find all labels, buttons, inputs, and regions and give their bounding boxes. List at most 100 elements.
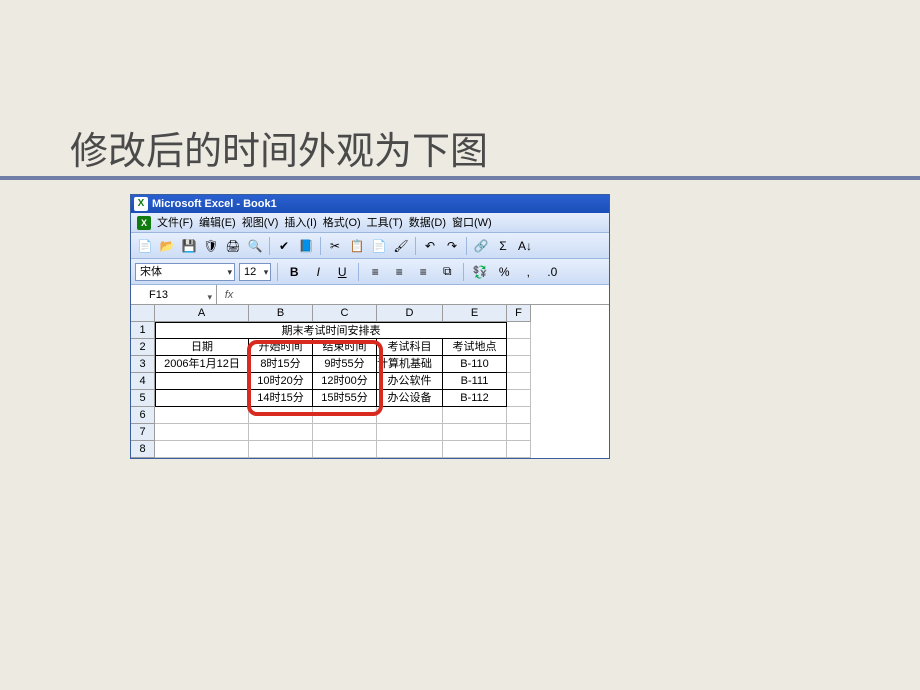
cell-D7[interactable] [377,424,443,441]
cell-F7[interactable] [507,424,531,441]
preview-icon[interactable]: 🔍 [245,236,265,256]
cell-C2[interactable]: 结束时间 [313,339,377,356]
cell-A7[interactable] [155,424,249,441]
cut-icon[interactable]: ✂ [325,236,345,256]
cell-C7[interactable] [313,424,377,441]
align-center-icon[interactable]: ≡ [389,262,409,282]
align-left-icon[interactable]: ≡ [365,262,385,282]
cell-F6[interactable] [507,407,531,424]
cell-A8[interactable] [155,441,249,458]
menu-window[interactable]: 窗口(W) [452,213,492,232]
menu-insert[interactable]: 插入(I) [284,213,316,232]
row-header-7[interactable]: 7 [131,424,155,441]
font-size-select[interactable]: 12 [239,263,271,281]
cell-E2[interactable]: 考试地点 [443,339,507,356]
cell-B3[interactable]: 8时15分 [249,356,313,373]
bold-button[interactable]: B [284,262,304,282]
cell-A5[interactable] [155,390,249,407]
merge-center-icon[interactable]: ⧉ [437,262,457,282]
save-icon[interactable]: 💾 [179,236,199,256]
row-header-3[interactable]: 3 [131,356,155,373]
cell-F8[interactable] [507,441,531,458]
cell-D3[interactable]: 计算机基础 [377,356,443,373]
cell-F2[interactable] [507,339,531,356]
currency-icon[interactable]: 💱 [470,262,490,282]
row-header-6[interactable]: 6 [131,407,155,424]
cell-B6[interactable] [249,407,313,424]
sort-asc-icon[interactable]: A↓ [515,236,535,256]
cell-B5[interactable]: 14时15分 [249,390,313,407]
research-icon[interactable]: 📘 [296,236,316,256]
col-header-C[interactable]: C [313,305,377,322]
cell-E4[interactable]: B-111 [443,373,507,390]
menu-format[interactable]: 格式(O) [323,213,361,232]
row-header-2[interactable]: 2 [131,339,155,356]
cell-F5[interactable] [507,390,531,407]
font-name-select[interactable]: 宋体 [135,263,235,281]
cell-D6[interactable] [377,407,443,424]
cell-D2[interactable]: 考试科目 [377,339,443,356]
copy-icon[interactable]: 📋 [347,236,367,256]
italic-button[interactable]: I [308,262,328,282]
fx-icon[interactable]: fx [217,285,241,304]
col-header-B[interactable]: B [249,305,313,322]
row-header-8[interactable]: 8 [131,441,155,458]
cell-B8[interactable] [249,441,313,458]
row-header-4[interactable]: 4 [131,373,155,390]
new-icon[interactable]: 📄 [135,236,155,256]
cell-A1-merged-title[interactable]: 期末考试时间安排表 [155,322,507,339]
cell-B7[interactable] [249,424,313,441]
paste-icon[interactable]: 📄 [369,236,389,256]
cell-E6[interactable] [443,407,507,424]
cell-E8[interactable] [443,441,507,458]
cell-C5[interactable]: 15时55分 [313,390,377,407]
cell-D8[interactable] [377,441,443,458]
cell-B4[interactable]: 10时20分 [249,373,313,390]
menu-view[interactable]: 视图(V) [242,213,279,232]
cell-F3[interactable] [507,356,531,373]
open-icon[interactable]: 📂 [157,236,177,256]
cell-A6[interactable] [155,407,249,424]
cell-E3[interactable]: B-110 [443,356,507,373]
menu-data[interactable]: 数据(D) [409,213,446,232]
spell-icon[interactable]: ✔ [274,236,294,256]
cell-A4[interactable] [155,373,249,390]
increase-decimal-icon[interactable]: .0 [542,262,562,282]
cell-D4[interactable]: 办公软件 [377,373,443,390]
cell-B2[interactable]: 开始时间 [249,339,313,356]
undo-icon[interactable]: ↶ [420,236,440,256]
col-header-A[interactable]: A [155,305,249,322]
menu-edit[interactable]: 编辑(E) [199,213,236,232]
name-box[interactable]: F13 [131,285,217,304]
menu-file[interactable]: 文件(F) [157,213,193,232]
formula-input[interactable] [241,285,609,304]
cell-C3[interactable]: 9时55分 [313,356,377,373]
underline-button[interactable]: U [332,262,352,282]
redo-icon[interactable]: ↷ [442,236,462,256]
cell-E5[interactable]: B-112 [443,390,507,407]
cell-D5[interactable]: 办公设备 [377,390,443,407]
comma-icon[interactable]: , [518,262,538,282]
cell-F4[interactable] [507,373,531,390]
percent-icon[interactable]: % [494,262,514,282]
cell-C8[interactable] [313,441,377,458]
permission-icon[interactable]: 🛡 [201,236,221,256]
row-header-5[interactable]: 5 [131,390,155,407]
cell-A2[interactable]: 日期 [155,339,249,356]
hyperlink-icon[interactable]: 🔗 [471,236,491,256]
cell-C4[interactable]: 12时00分 [313,373,377,390]
format-painter-icon[interactable]: 🖌 [391,236,411,256]
cell-C6[interactable] [313,407,377,424]
print-icon[interactable]: 🖨 [223,236,243,256]
autosum-icon[interactable]: Σ [493,236,513,256]
col-header-F[interactable]: F [507,305,531,322]
align-right-icon[interactable]: ≡ [413,262,433,282]
col-header-D[interactable]: D [377,305,443,322]
col-header-E[interactable]: E [443,305,507,322]
cell-A3[interactable]: 2006年1月12日 [155,356,249,373]
select-all-corner[interactable] [131,305,155,322]
cell-E7[interactable] [443,424,507,441]
cell-F1[interactable] [507,322,531,339]
menu-tools[interactable]: 工具(T) [367,213,403,232]
row-header-1[interactable]: 1 [131,322,155,339]
